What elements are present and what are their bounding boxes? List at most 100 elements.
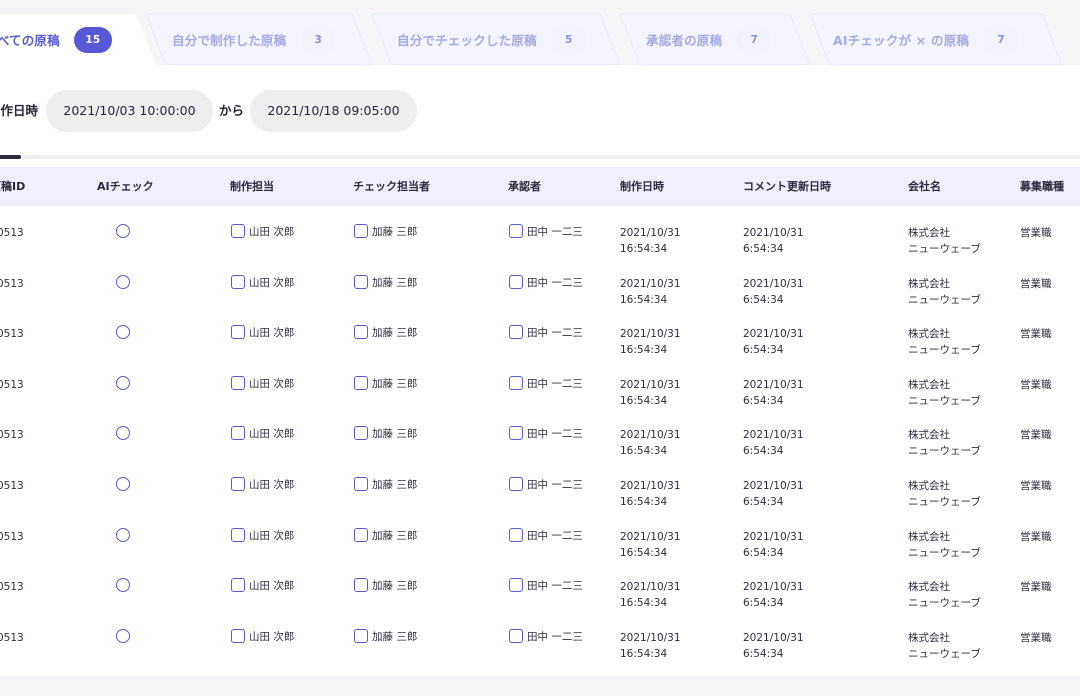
checker-checkbox[interactable]: [354, 476, 368, 491]
table-body: 0513 山田 次郎 加藤 三郎 田中 一二三 2021/10/31 16:54:…: [0, 206, 1080, 661]
col-job-type[interactable]: 募集職種: [1020, 167, 1064, 206]
cell-manuscript-id: 0513: [0, 581, 24, 594]
col-ai-check[interactable]: AIチェック: [97, 167, 154, 206]
col-approver[interactable]: 承認者: [508, 167, 541, 206]
tab-own-made[interactable]: 自分で制作した原稿 3: [172, 14, 337, 65]
comment-time: 6:54:34: [743, 344, 784, 357]
checker-checkbox[interactable]: [354, 375, 368, 390]
created-date: 2021/10/31: [620, 227, 681, 239]
cell-manuscript-id: 0513: [0, 328, 24, 341]
creator-checkbox[interactable]: [231, 224, 245, 238]
cell-approver: 田中 一二三: [527, 428, 583, 441]
filter-label: 制作日時: [0, 103, 39, 118]
company-line-1: 株式会社: [908, 479, 950, 492]
cell-manuscript-id: 0513: [0, 631, 24, 644]
ai-check-circle-icon: [116, 628, 130, 643]
tab-approver[interactable]: 承認者の原稿 7: [646, 14, 773, 65]
ai-check-circle-icon: [116, 224, 130, 238]
table-row[interactable]: 0513 山田 次郎 加藤 三郎 田中 一二三 2021/10/31 16:54:…: [0, 307, 1080, 358]
approver-checkbox[interactable]: [509, 578, 523, 593]
cell-job-type: 営業職: [1020, 631, 1052, 644]
col-company[interactable]: 会社名: [908, 167, 941, 206]
manuscript-list-page: すべての原稿 15 自分で制作した原稿 3 自分でチェックした原稿 5 承認者の…: [0, 0, 1080, 696]
comment-date: 2021/10/31: [743, 479, 804, 492]
approver-checkbox[interactable]: [509, 224, 523, 238]
checker-checkbox[interactable]: [354, 628, 368, 643]
table-row[interactable]: 0513 山田 次郎 加藤 三郎 田中 一二三 2021/10/31 16:54:…: [0, 408, 1080, 459]
approver-checkbox[interactable]: [509, 375, 523, 390]
approver-checkbox[interactable]: [509, 325, 523, 340]
col-created-at[interactable]: 制作日時: [620, 167, 664, 206]
table-row[interactable]: 0513 山田 次郎 加藤 三郎 田中 一二三 2021/10/31 16:54:…: [0, 206, 1080, 257]
cell-comment-updated-at: 2021/10/31 6:54:34: [743, 377, 804, 409]
date-from-input[interactable]: [46, 90, 213, 132]
creator-checkbox[interactable]: [231, 476, 245, 491]
company-line-2: ニューウェーブ: [908, 243, 981, 255]
cell-manuscript-id: 0513: [0, 479, 24, 492]
cell-created-at: 2021/10/31 16:54:34: [620, 276, 681, 308]
col-checker[interactable]: チェック担当者: [353, 167, 430, 206]
comment-date: 2021/10/31: [743, 429, 804, 442]
checker-checkbox[interactable]: [354, 325, 368, 340]
approver-checkbox[interactable]: [509, 628, 523, 643]
cell-creator: 山田 次郎: [249, 478, 295, 491]
created-time: 16:54:34: [620, 394, 668, 407]
col-creator[interactable]: 制作担当: [230, 167, 274, 206]
creator-checkbox[interactable]: [231, 375, 245, 390]
checker-checkbox[interactable]: [354, 274, 368, 289]
col-comment-updated-at[interactable]: コメント更新日時: [743, 167, 831, 206]
comment-date: 2021/10/31: [743, 581, 804, 594]
company-line-1: 株式会社: [908, 328, 950, 341]
table-row[interactable]: 0513 山田 次郎 加藤 三郎 田中 一二三 2021/10/31 16:54:…: [0, 560, 1080, 611]
date-to-input[interactable]: [250, 90, 417, 132]
approver-checkbox[interactable]: [509, 527, 523, 542]
table-row[interactable]: 0513 山田 次郎 加藤 三郎 田中 一二三 2021/10/31 16:54:…: [0, 257, 1080, 308]
creator-checkbox[interactable]: [231, 274, 245, 289]
scrollbar-thumb[interactable]: [0, 155, 21, 159]
created-date: 2021/10/31: [620, 479, 681, 492]
created-time: 16:54:34: [620, 445, 668, 458]
checker-checkbox[interactable]: [354, 578, 368, 593]
comment-time: 6:54:34: [743, 394, 784, 407]
cell-comment-updated-at: 2021/10/31 6:54:34: [743, 276, 804, 308]
table-header: 原稿ID AIチェック 制作担当 チェック担当者 承認者 制作日時 コメント更新…: [0, 167, 1080, 206]
table-row[interactable]: 0513 山田 次郎 加藤 三郎 田中 一二三 2021/10/31 16:54:…: [0, 459, 1080, 510]
cell-job-type: 営業職: [1020, 227, 1052, 239]
approver-checkbox[interactable]: [509, 476, 523, 491]
creator-checkbox[interactable]: [231, 578, 245, 593]
created-date: 2021/10/31: [620, 631, 681, 644]
cell-job-type: 営業職: [1020, 429, 1052, 442]
checker-checkbox[interactable]: [354, 527, 368, 542]
ai-check-circle-icon: [116, 476, 130, 491]
cell-approver: 田中 一二三: [527, 327, 583, 340]
checker-checkbox[interactable]: [354, 426, 368, 441]
cell-company: 株式会社 ニューウェーブ: [908, 529, 981, 561]
cell-comment-updated-at: 2021/10/31 6:54:34: [743, 225, 804, 257]
table-row[interactable]: 0513 山田 次郎 加藤 三郎 田中 一二三 2021/10/31 16:54:…: [0, 611, 1080, 662]
cell-manuscript-id: 0513: [0, 378, 24, 391]
creator-checkbox[interactable]: [231, 426, 245, 441]
tab-all[interactable]: すべての原稿 15: [0, 14, 112, 65]
count-badge: 3: [300, 26, 337, 53]
approver-checkbox[interactable]: [509, 274, 523, 289]
approver-checkbox[interactable]: [509, 426, 523, 441]
cell-company: 株式会社 ニューウェーブ: [908, 276, 981, 308]
tab-ai-check-x[interactable]: AIチェックが × の原稿 7: [833, 14, 1020, 65]
table-row[interactable]: 0513 山田 次郎 加藤 三郎 田中 一二三 2021/10/31 16:54:…: [0, 358, 1080, 409]
cell-created-at: 2021/10/31 16:54:34: [620, 377, 681, 409]
col-manuscript-id[interactable]: 原稿ID: [0, 167, 25, 206]
tab-own-checked[interactable]: 自分でチェックした原稿 5: [397, 14, 587, 65]
creator-checkbox[interactable]: [231, 527, 245, 542]
checker-checkbox[interactable]: [354, 224, 368, 238]
horizontal-scrollbar[interactable]: [0, 155, 1080, 159]
cell-comment-updated-at: 2021/10/31 6:54:34: [743, 630, 804, 662]
comment-time: 6:54:34: [743, 445, 784, 458]
cell-manuscript-id: 0513: [0, 429, 24, 442]
cell-created-at: 2021/10/31 16:54:34: [620, 326, 681, 358]
creator-checkbox[interactable]: [231, 628, 245, 643]
cell-approver: 田中 一二三: [527, 377, 583, 390]
cell-approver: 田中 一二三: [527, 580, 583, 593]
comment-date: 2021/10/31: [743, 277, 804, 290]
creator-checkbox[interactable]: [231, 325, 245, 340]
table-row[interactable]: 0513 山田 次郎 加藤 三郎 田中 一二三 2021/10/31 16:54:…: [0, 510, 1080, 561]
